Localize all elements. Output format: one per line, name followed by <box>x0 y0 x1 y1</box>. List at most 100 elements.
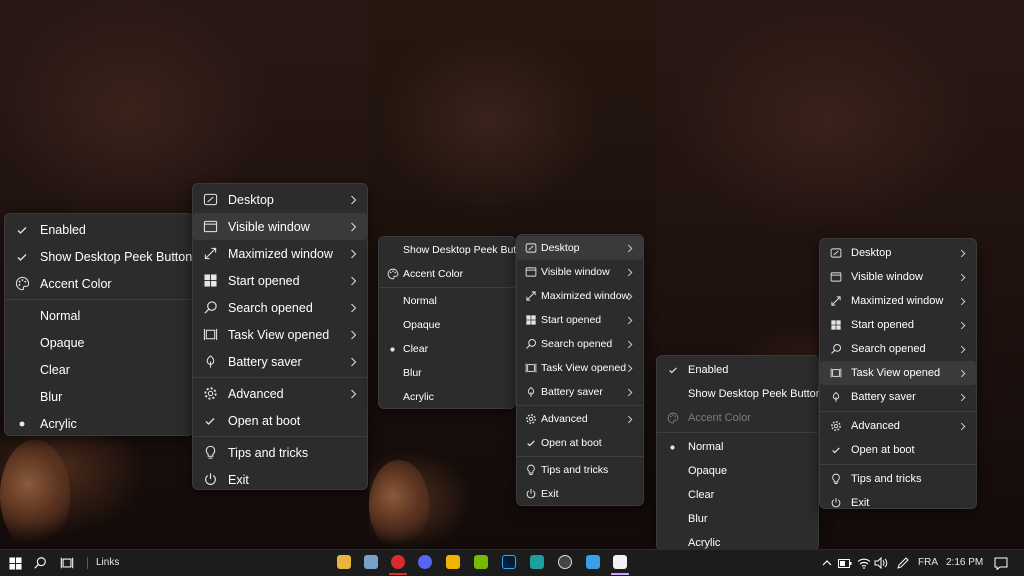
volume-icon[interactable] <box>872 554 890 572</box>
menu-item-show-desktop-peek[interactable]: Show Desktop Peek Button <box>5 243 193 270</box>
menu-item-clear[interactable]: Clear <box>657 483 818 507</box>
menu-item-advanced[interactable]: Advanced <box>193 380 367 407</box>
gear-icon <box>523 412 538 427</box>
chevron-right-icon <box>350 330 357 340</box>
menu-item-start-opened[interactable]: Start opened <box>193 267 367 294</box>
menu-item-normal[interactable]: Normal <box>379 289 515 313</box>
notification-center-button[interactable] <box>992 554 1010 572</box>
app-icon[interactable] <box>558 555 572 569</box>
window-icon <box>828 270 843 285</box>
menu-item-search-opened[interactable]: Search opened <box>193 294 367 321</box>
menu-item-accent-color[interactable]: Accent Color <box>379 262 515 286</box>
menu-item-maximized-window[interactable]: Maximized window <box>193 240 367 267</box>
menu-item-exit[interactable]: Exit <box>517 482 643 506</box>
menu-item-clear[interactable]: Clear <box>379 337 515 361</box>
app-icon[interactable] <box>530 555 544 569</box>
menu-item-desktop[interactable]: Desktop <box>193 186 367 213</box>
menu-separator <box>379 287 515 288</box>
menu-item-search-opened[interactable]: Search opened <box>517 332 643 356</box>
links-toolbar[interactable]: Links <box>96 557 119 568</box>
opera-icon[interactable] <box>391 555 405 569</box>
menu-item-label: Search opened <box>228 300 313 315</box>
menu-item-label: Open at boot <box>541 437 602 449</box>
discord-icon[interactable] <box>418 555 432 569</box>
menu-item-exit[interactable]: Exit <box>820 491 976 515</box>
file-explorer-icon[interactable] <box>337 555 351 569</box>
menu-item-task-view-opened[interactable]: Task View opened <box>193 321 367 348</box>
menu-item-tips-and-tricks[interactable]: Tips and tricks <box>820 467 976 491</box>
taskbar: Links FRA 2:16 PM <box>0 549 1024 576</box>
menu-item-blur[interactable]: Blur <box>379 361 515 385</box>
pen-icon[interactable] <box>894 554 912 572</box>
menu-item-acrylic[interactable]: Acrylic <box>379 385 515 409</box>
nvidia-icon[interactable] <box>474 555 488 569</box>
show-hidden-icons-button[interactable] <box>818 554 836 572</box>
app-icon[interactable] <box>446 555 460 569</box>
menu-item-label: Acrylic <box>403 391 434 403</box>
menu-item-normal[interactable]: Normal <box>5 302 193 329</box>
menu-item-search-opened[interactable]: Search opened <box>820 337 976 361</box>
menu-item-tips-and-tricks[interactable]: Tips and tricks <box>517 458 643 482</box>
menu-item-open-at-boot[interactable]: Open at boot <box>193 407 367 434</box>
menu-item-desktop[interactable]: Desktop <box>517 236 643 260</box>
task-view-button[interactable] <box>58 554 76 572</box>
menu-item-enabled[interactable]: Enabled <box>657 358 818 382</box>
menu-item-opaque[interactable]: Opaque <box>379 313 515 337</box>
language-indicator[interactable]: FRA <box>918 557 938 568</box>
menu-item-task-view-opened[interactable]: Task View opened <box>517 356 643 380</box>
menu-item-exit[interactable]: Exit <box>193 466 367 493</box>
menu-item-label: Visible window <box>228 219 310 234</box>
menu-item-start-opened[interactable]: Start opened <box>517 308 643 332</box>
menu-item-visible-window[interactable]: Visible window <box>193 213 367 240</box>
notification-icon <box>994 557 1008 570</box>
menu-item-label: Normal <box>40 308 81 323</box>
menu-item-opaque[interactable]: Opaque <box>657 459 818 483</box>
menu-item-label: Clear <box>688 489 715 501</box>
menu-item-accent-color[interactable]: Accent Color <box>5 270 193 297</box>
menu-item-maximized-window[interactable]: Maximized window <box>820 289 976 313</box>
battery-icon[interactable] <box>836 554 854 572</box>
check-icon <box>201 412 219 430</box>
menu-item-battery-saver[interactable]: Battery saver <box>820 385 976 409</box>
menu-item-show-desktop-peek[interactable]: Show Desktop Peek Button <box>379 238 531 262</box>
clock[interactable]: 2:16 PM <box>946 557 983 568</box>
chevron-right-icon <box>627 340 633 349</box>
menu-item-clear[interactable]: Clear <box>5 356 193 383</box>
menu-item-normal[interactable]: Normal <box>657 435 818 459</box>
chevron-right-icon <box>960 249 966 258</box>
photoshop-icon[interactable] <box>502 555 516 569</box>
menu-item-task-view-opened[interactable]: Task View opened <box>820 361 976 385</box>
menu-item-tips-and-tricks[interactable]: Tips and tricks <box>193 439 367 466</box>
menu-item-enabled[interactable]: Enabled <box>5 216 193 243</box>
search-button[interactable] <box>31 554 49 572</box>
menu-item-desktop[interactable]: Desktop <box>820 241 976 265</box>
menu-item-opaque[interactable]: Opaque <box>5 329 193 356</box>
app-icon[interactable] <box>586 555 600 569</box>
start-button[interactable] <box>6 554 24 572</box>
wifi-icon[interactable] <box>855 554 873 572</box>
menu-item-visible-window[interactable]: Visible window <box>820 265 976 289</box>
menu-item-blur[interactable]: Blur <box>657 507 818 531</box>
menu-separator <box>193 377 367 378</box>
menu-item-battery-saver[interactable]: Battery saver <box>193 348 367 375</box>
menu-item-show-desktop-peek[interactable]: Show Desktop Peek Button <box>657 382 822 406</box>
menu-item-maximized-window[interactable]: Maximized window <box>517 284 643 308</box>
bullet-icon <box>665 440 680 455</box>
menu-item-blur[interactable]: Blur <box>5 383 193 410</box>
menu-item-acrylic[interactable]: Acrylic <box>5 410 193 437</box>
palette-icon <box>665 411 680 426</box>
app-icon[interactable] <box>364 555 378 569</box>
maximize-icon <box>828 294 843 309</box>
menu-item-open-at-boot[interactable]: Open at boot <box>820 438 976 462</box>
app-icon[interactable] <box>613 555 627 569</box>
menu-item-start-opened[interactable]: Start opened <box>820 313 976 337</box>
menu-item-battery-saver[interactable]: Battery saver <box>517 380 643 404</box>
menu-item-accent-color[interactable]: Accent Color <box>657 406 818 430</box>
menu-item-label: Clear <box>403 343 429 355</box>
menu-item-advanced[interactable]: Advanced <box>820 414 976 438</box>
menu-item-open-at-boot[interactable]: Open at boot <box>517 431 643 455</box>
menu-item-advanced[interactable]: Advanced <box>517 407 643 431</box>
menu-item-label: Blur <box>40 389 63 404</box>
menu-item-visible-window[interactable]: Visible window <box>517 260 643 284</box>
chevron-right-icon <box>960 345 966 354</box>
